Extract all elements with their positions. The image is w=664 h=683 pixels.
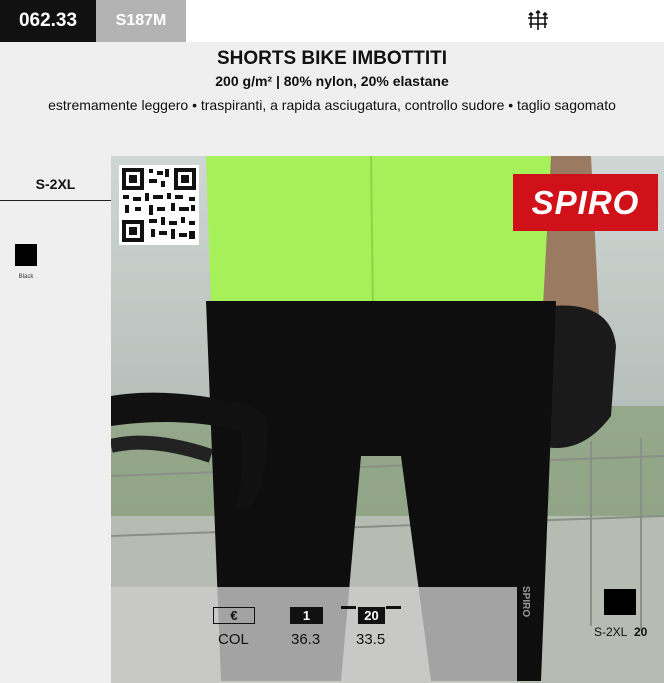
carton-icon bbox=[604, 589, 636, 615]
quantity-20-badge: 20 bbox=[358, 607, 385, 624]
size-color-sidebar: S-2XL Black bbox=[0, 156, 111, 683]
quantity-20-marker-right bbox=[386, 606, 401, 609]
currency-badge: € bbox=[213, 607, 255, 624]
pack-size: S-2XL bbox=[594, 625, 628, 639]
shorts-logo: SPIRO bbox=[520, 586, 531, 617]
brand-name: SPIRO bbox=[531, 183, 640, 221]
fiber-icon bbox=[528, 10, 548, 30]
color-swatch-label: Black bbox=[18, 274, 34, 280]
product-code: 062.33 bbox=[0, 0, 96, 42]
price-qty-20: 33.5 bbox=[356, 631, 386, 648]
price-qty-1: 36.3 bbox=[291, 631, 321, 648]
product-reference: S187M bbox=[96, 0, 186, 42]
brand-logo: SPIRO bbox=[513, 174, 658, 231]
quantity-1-badge: 1 bbox=[290, 607, 323, 624]
product-title: SHORTS BIKE IMBOTTITI bbox=[216, 48, 448, 69]
product-features: estremamente leggero • traspiranti, a ra… bbox=[48, 97, 616, 113]
color-column-label: COL bbox=[218, 631, 249, 648]
pack-quantity: 20 bbox=[634, 625, 648, 639]
product-header: SHORTS BIKE IMBOTTITI 200 g/m² | 80% nyl… bbox=[0, 42, 664, 156]
top-bar: 062.33 S187M bbox=[0, 0, 664, 42]
quantity-20-marker-left bbox=[341, 606, 356, 609]
size-range: S-2XL bbox=[35, 176, 76, 192]
divider bbox=[0, 200, 111, 201]
qr-code[interactable] bbox=[119, 165, 199, 245]
product-material: 200 g/m² | 80% nylon, 20% elastane bbox=[215, 73, 449, 89]
color-swatch-black bbox=[15, 244, 37, 266]
